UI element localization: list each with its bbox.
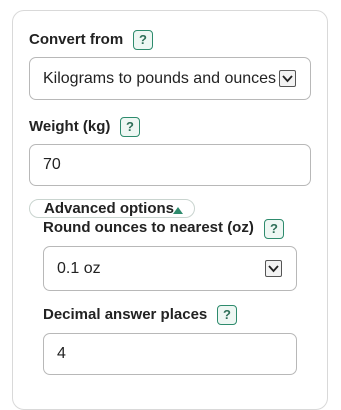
- decimal-places-input[interactable]: 4: [43, 333, 297, 375]
- decimal-places-value: 4: [57, 345, 66, 362]
- weight-label: Weight (kg): [29, 118, 111, 135]
- round-ounces-select[interactable]: 0.1 oz: [43, 246, 297, 291]
- round-ounces-help-button[interactable]: ?: [264, 219, 284, 239]
- convert-from-help-button[interactable]: ?: [133, 30, 153, 50]
- advanced-options-toggle[interactable]: Advanced options: [29, 199, 195, 218]
- round-ounces-label: Round ounces to nearest (oz): [43, 219, 254, 236]
- convert-from-label: Convert from: [29, 31, 124, 48]
- round-ounces-selected-value: 0.1 oz: [57, 259, 101, 277]
- decimal-places-help-button[interactable]: ?: [217, 305, 237, 325]
- convert-from-select[interactable]: Kilograms to pounds and ounces: [29, 57, 311, 100]
- weight-value: 70: [43, 156, 61, 173]
- advanced-options-label: Advanced options: [44, 200, 175, 217]
- chevron-down-icon: [265, 260, 282, 277]
- chevron-down-icon: [279, 70, 296, 87]
- weight-help-button[interactable]: ?: [120, 117, 140, 137]
- convert-from-selected-value: Kilograms to pounds and ounces: [43, 69, 277, 87]
- decimal-places-label: Decimal answer places: [43, 306, 208, 323]
- weight-input[interactable]: 70: [29, 144, 311, 186]
